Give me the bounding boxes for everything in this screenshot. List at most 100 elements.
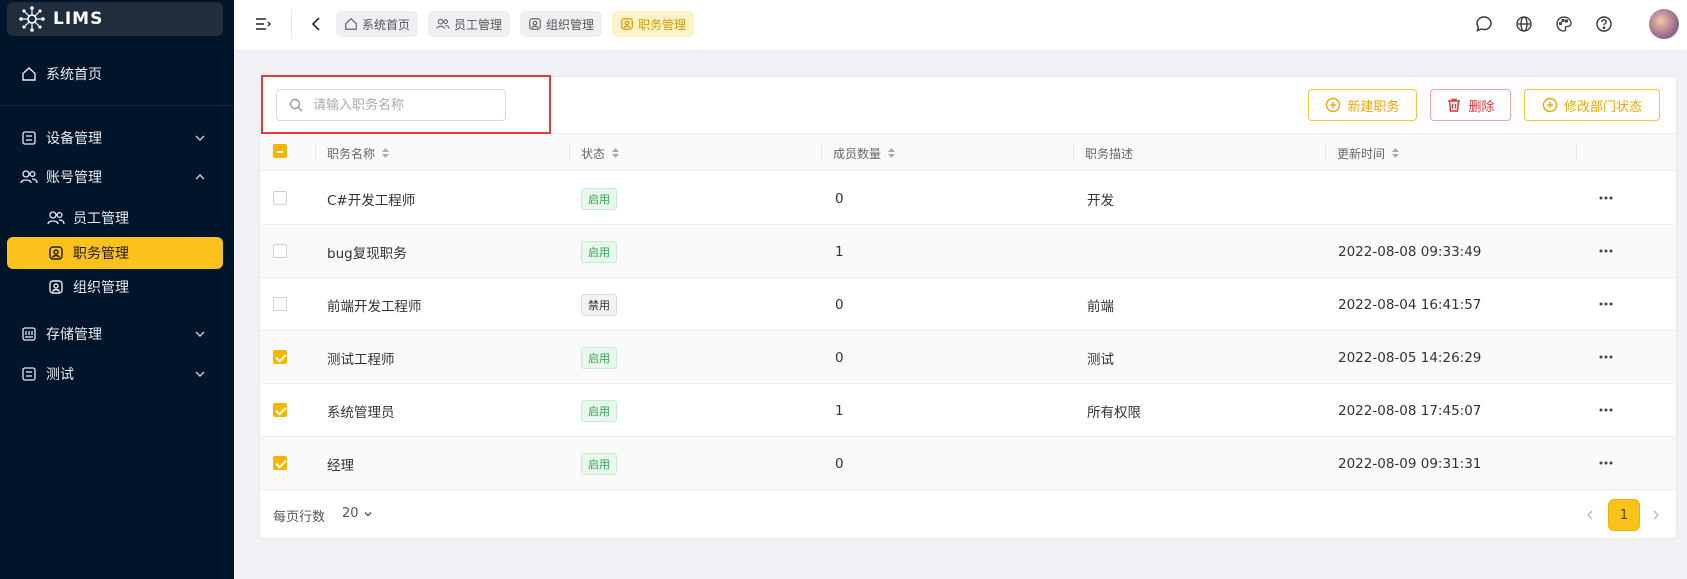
column-members[interactable]: 成员数量 bbox=[833, 134, 896, 172]
sort-icon[interactable] bbox=[1391, 147, 1400, 159]
home-icon bbox=[20, 65, 38, 83]
message-icon[interactable] bbox=[1472, 12, 1496, 36]
table-row[interactable]: 测试工程师 启用 0 测试 2022-08-05 14:26:29 bbox=[260, 331, 1676, 384]
column-divider bbox=[315, 144, 316, 162]
plus-circle-icon bbox=[1325, 97, 1341, 113]
button-label: 删除 bbox=[1468, 99, 1495, 115]
status-badge: 禁用 bbox=[581, 293, 617, 316]
cell-name: bug复现职务 bbox=[327, 245, 407, 262]
page-button-current[interactable]: 1 bbox=[1608, 499, 1640, 531]
logo-icon bbox=[19, 6, 45, 32]
cell-status: 启用 bbox=[581, 331, 617, 384]
more-actions-icon[interactable] bbox=[1596, 453, 1616, 473]
badge-icon bbox=[47, 278, 65, 296]
tab-organization[interactable]: 组织管理 bbox=[520, 11, 603, 37]
column-name[interactable]: 职务名称 bbox=[327, 134, 390, 172]
sidebar-item-storage[interactable]: 存储管理 bbox=[7, 318, 223, 350]
row-checkbox[interactable] bbox=[273, 297, 287, 311]
cell-members: 1 bbox=[835, 402, 844, 419]
storage-icon bbox=[20, 325, 38, 343]
badge-icon bbox=[528, 17, 542, 31]
sidebar-item-account[interactable]: 账号管理 bbox=[7, 161, 223, 193]
rows-per-page-select[interactable]: 20 bbox=[342, 506, 373, 521]
button-label: 新建职务 bbox=[1347, 99, 1400, 115]
users-icon bbox=[20, 168, 38, 186]
sidebar-item-device[interactable]: 设备管理 bbox=[7, 122, 223, 154]
avatar[interactable] bbox=[1649, 9, 1679, 39]
chevron-down-icon bbox=[195, 371, 205, 377]
users-icon bbox=[47, 209, 65, 227]
sidebar-item-label: 员工管理 bbox=[73, 211, 129, 227]
highlight-box bbox=[261, 75, 551, 134]
status-badge: 启用 bbox=[581, 399, 617, 422]
table-row[interactable]: bug复现职务 启用 1 2022-08-08 09:33:49 bbox=[260, 225, 1676, 278]
menu-collapse-icon[interactable] bbox=[251, 12, 275, 36]
palette-icon[interactable] bbox=[1552, 12, 1576, 36]
cell-updated: 2022-08-05 14:26:29 bbox=[1338, 349, 1482, 366]
table-row[interactable]: 系统管理员 启用 1 所有权限 2022-08-08 17:45:07 bbox=[260, 384, 1676, 437]
column-status[interactable]: 状态 bbox=[581, 134, 620, 172]
column-label: 成员数量 bbox=[833, 146, 882, 161]
tab-home[interactable]: 系统首页 bbox=[336, 11, 419, 37]
sort-icon[interactable] bbox=[381, 147, 390, 159]
row-checkbox[interactable] bbox=[273, 456, 287, 470]
column-description: 职务描述 bbox=[1085, 134, 1133, 172]
cell-members: 1 bbox=[835, 243, 844, 260]
change-status-button[interactable]: 修改部门状态 bbox=[1524, 89, 1660, 121]
row-checkbox[interactable] bbox=[273, 191, 287, 205]
sidebar-item-label: 存储管理 bbox=[46, 327, 102, 343]
column-updated[interactable]: 更新时间 bbox=[1337, 134, 1400, 172]
tab-employee[interactable]: 员工管理 bbox=[428, 11, 511, 37]
sidebar-item-label: 设备管理 bbox=[46, 131, 102, 147]
cell-updated: 2022-08-08 09:33:49 bbox=[1338, 243, 1482, 260]
cell-members: 0 bbox=[835, 190, 844, 207]
header-divider bbox=[291, 10, 292, 38]
help-icon[interactable] bbox=[1592, 12, 1616, 36]
cell-members: 0 bbox=[835, 455, 844, 472]
column-divider bbox=[1325, 144, 1326, 162]
badge-icon bbox=[47, 244, 65, 262]
column-label: 更新时间 bbox=[1337, 146, 1386, 161]
chevron-down-icon bbox=[195, 135, 205, 141]
tab-label: 组织管理 bbox=[546, 17, 595, 32]
sort-icon[interactable] bbox=[611, 147, 620, 159]
more-actions-icon[interactable] bbox=[1596, 347, 1616, 367]
cell-status: 禁用 bbox=[581, 278, 617, 331]
table-row[interactable]: C#开发工程师 启用 0 开发 bbox=[260, 172, 1676, 225]
cell-description: 测试 bbox=[1087, 351, 1114, 368]
cell-name: C#开发工程师 bbox=[327, 192, 416, 209]
cell-members: 0 bbox=[835, 349, 844, 366]
row-checkbox[interactable] bbox=[273, 403, 287, 417]
sidebar-item-home[interactable]: 系统首页 bbox=[7, 58, 223, 90]
sidebar-item-test[interactable]: 测试 bbox=[7, 358, 223, 390]
cell-description: 前端 bbox=[1087, 298, 1114, 315]
more-actions-icon[interactable] bbox=[1596, 400, 1616, 420]
cell-status: 启用 bbox=[581, 437, 617, 490]
more-actions-icon[interactable] bbox=[1596, 241, 1616, 261]
rows-per-page-value: 20 bbox=[342, 506, 359, 521]
select-all-checkbox[interactable] bbox=[273, 144, 287, 158]
cell-name: 测试工程师 bbox=[327, 351, 395, 368]
sidebar-item-organization[interactable]: 组织管理 bbox=[7, 271, 223, 303]
sidebar-item-position[interactable]: 职务管理 bbox=[7, 237, 223, 269]
sidebar-item-employee[interactable]: 员工管理 bbox=[7, 202, 223, 234]
tab-position[interactable]: 职务管理 bbox=[612, 11, 695, 37]
back-icon[interactable] bbox=[304, 12, 328, 36]
chevron-down-icon bbox=[364, 511, 372, 516]
more-actions-icon[interactable] bbox=[1596, 188, 1616, 208]
home-icon bbox=[344, 17, 358, 31]
sort-icon[interactable] bbox=[887, 147, 896, 159]
app-logo[interactable]: LIMS bbox=[7, 2, 223, 36]
table-row[interactable]: 前端开发工程师 禁用 0 前端 2022-08-04 16:41:57 bbox=[260, 278, 1676, 331]
more-actions-icon[interactable] bbox=[1596, 294, 1616, 314]
prev-page-icon[interactable] bbox=[1582, 499, 1598, 531]
grid-icon bbox=[20, 365, 38, 383]
table-row[interactable]: 经理 启用 0 2022-08-09 09:31:31 bbox=[260, 437, 1676, 490]
row-checkbox[interactable] bbox=[273, 244, 287, 258]
next-page-icon[interactable] bbox=[1648, 499, 1664, 531]
globe-icon[interactable] bbox=[1512, 12, 1536, 36]
delete-button[interactable]: 删除 bbox=[1430, 89, 1511, 121]
row-checkbox[interactable] bbox=[273, 350, 287, 364]
chevron-up-icon bbox=[195, 174, 205, 180]
new-position-button[interactable]: 新建职务 bbox=[1308, 89, 1417, 121]
